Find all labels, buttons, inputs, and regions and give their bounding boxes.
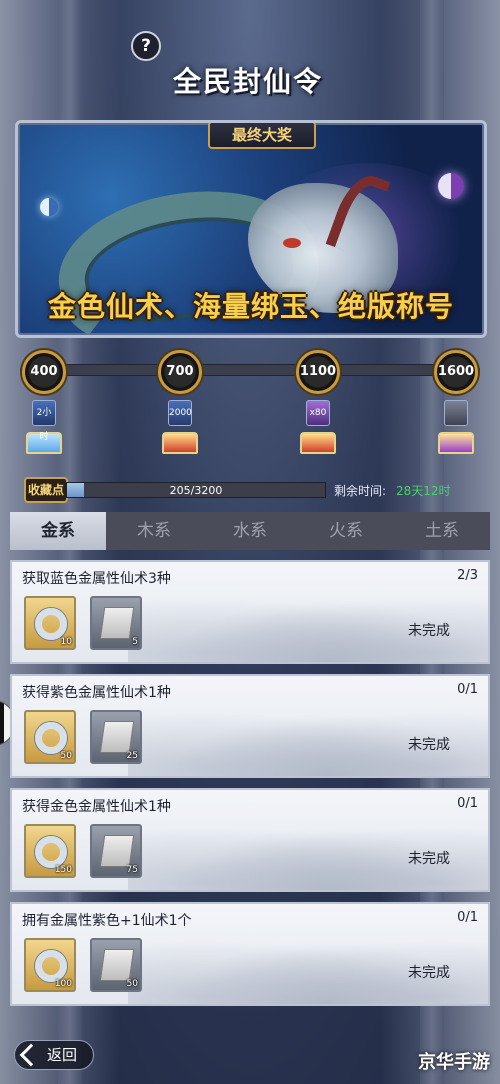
task-title: 获取蓝色金属性仙术3种 — [22, 571, 171, 587]
treasure-chest-icon[interactable] — [438, 432, 474, 454]
task-title: 拥有金属性紫色+1仙术1个 — [22, 913, 192, 929]
scroll-icon[interactable]: 50 — [90, 938, 142, 992]
ring-shape — [35, 836, 67, 868]
task-card: 拥有金属性紫色+1仙术1个 0/1 100 50 未完成 — [10, 902, 490, 1006]
scroll-shape — [99, 835, 135, 867]
task-count: 0/1 — [457, 682, 478, 697]
reward-qty: 5 — [132, 637, 138, 647]
tab-earth[interactable]: 土系 — [394, 512, 490, 550]
task-title: 获得紫色金属性仙术1种 — [22, 685, 171, 701]
scroll-shape — [99, 949, 135, 981]
tab-fire[interactable]: 火系 — [298, 512, 394, 550]
task-card: 获得金色金属性仙术1种 0/1 150 75 未完成 — [10, 788, 490, 892]
milestone-1100[interactable]: 1100 x80 — [288, 350, 348, 454]
ring-shape — [35, 722, 67, 754]
milestone-item-icon[interactable] — [444, 400, 468, 426]
remaining-time-value: 28天12时 — [396, 484, 451, 498]
task-status: 未完成 — [408, 965, 450, 981]
tab-water[interactable]: 水系 — [202, 512, 298, 550]
grand-prize-tag: 最终大奖 — [208, 123, 316, 149]
back-button[interactable]: 返回 — [14, 1040, 94, 1070]
milestone-400[interactable]: 400 2小时 — [14, 350, 74, 454]
collection-progress-bar: 205/3200 — [66, 482, 326, 498]
screen: ? 全民封仙令 最终大奖 金色仙术、海量绑玉、绝版称号 400 2小时 700 … — [0, 0, 500, 1084]
taiji-icon — [438, 173, 464, 199]
collection-points-label: 收藏点 — [24, 477, 68, 503]
scroll-shape — [99, 607, 135, 639]
tab-metal[interactable]: 金系 — [10, 512, 106, 550]
reward-qty: 25 — [126, 751, 138, 761]
ring-shape — [35, 608, 67, 640]
milestone-item-icon[interactable]: 2000 — [168, 400, 192, 426]
scroll-shape — [99, 721, 135, 753]
milestone-points: 700 — [158, 350, 202, 394]
task-status: 未完成 — [408, 851, 450, 867]
milestone-points: 1100 — [296, 350, 340, 394]
task-title: 获得金色金属性仙术1种 — [22, 799, 171, 815]
watermark: 京华手游 — [418, 1052, 490, 1073]
milestone-1600[interactable]: 1600 — [426, 350, 486, 454]
back-arrow-icon — [19, 1043, 43, 1067]
jade-ring-icon[interactable]: 150 — [24, 824, 76, 878]
reward-qty: 100 — [54, 979, 72, 989]
task-card: 获得紫色金属性仙术1种 0/1 50 25 未完成 — [10, 674, 490, 778]
milestone-700[interactable]: 700 2000 — [150, 350, 210, 454]
taiji-icon — [40, 198, 58, 216]
task-status: 未完成 — [408, 623, 450, 639]
treasure-chest-icon[interactable] — [300, 432, 336, 454]
task-count: 2/3 — [457, 568, 478, 583]
treasure-chest-icon[interactable] — [162, 432, 198, 454]
help-button[interactable]: ? — [131, 31, 161, 61]
tab-wood[interactable]: 木系 — [106, 512, 202, 550]
scroll-icon[interactable]: 5 — [90, 596, 142, 650]
jade-ring-icon[interactable]: 100 — [24, 938, 76, 992]
milestone-item-icon[interactable]: 2小时 — [32, 400, 56, 442]
scroll-icon[interactable]: 25 — [90, 710, 142, 764]
ring-shape — [35, 950, 67, 982]
back-label: 返回 — [47, 1046, 78, 1064]
task-list: 获取蓝色金属性仙术3种 2/3 10 5 未完成 获得紫色金属性仙术1种 0/1… — [10, 560, 490, 1016]
reward-qty: 50 — [126, 979, 138, 989]
grand-prize-text: 金色仙术、海量绑玉、绝版称号 — [47, 290, 454, 323]
reward-qty: 50 — [60, 751, 72, 761]
milestone-points: 400 — [22, 350, 66, 394]
page-title: 全民封仙令 — [172, 65, 323, 98]
jade-ring-icon[interactable]: 50 — [24, 710, 76, 764]
task-card: 获取蓝色金属性仙术3种 2/3 10 5 未完成 — [10, 560, 490, 664]
reward-qty: 150 — [54, 865, 72, 875]
dragon-eye-art — [283, 238, 301, 248]
milestone-item-icon[interactable]: x80 — [306, 400, 330, 426]
grand-prize-banner: 最终大奖 金色仙术、海量绑玉、绝版称号 — [15, 120, 487, 338]
task-count: 0/1 — [457, 910, 478, 925]
element-tabs: 金系 木系 水系 火系 土系 — [10, 512, 490, 550]
task-status: 未完成 — [408, 737, 450, 753]
reward-qty: 10 — [60, 637, 72, 647]
progress-text: 205/3200 — [169, 484, 223, 497]
milestone-points: 1600 — [434, 350, 478, 394]
reward-qty: 75 — [126, 865, 138, 875]
jade-ring-icon[interactable]: 10 — [24, 596, 76, 650]
milestone-track — [20, 364, 480, 376]
remaining-time-label: 剩余时间: — [334, 484, 387, 498]
scroll-icon[interactable]: 75 — [90, 824, 142, 878]
task-count: 0/1 — [457, 796, 478, 811]
